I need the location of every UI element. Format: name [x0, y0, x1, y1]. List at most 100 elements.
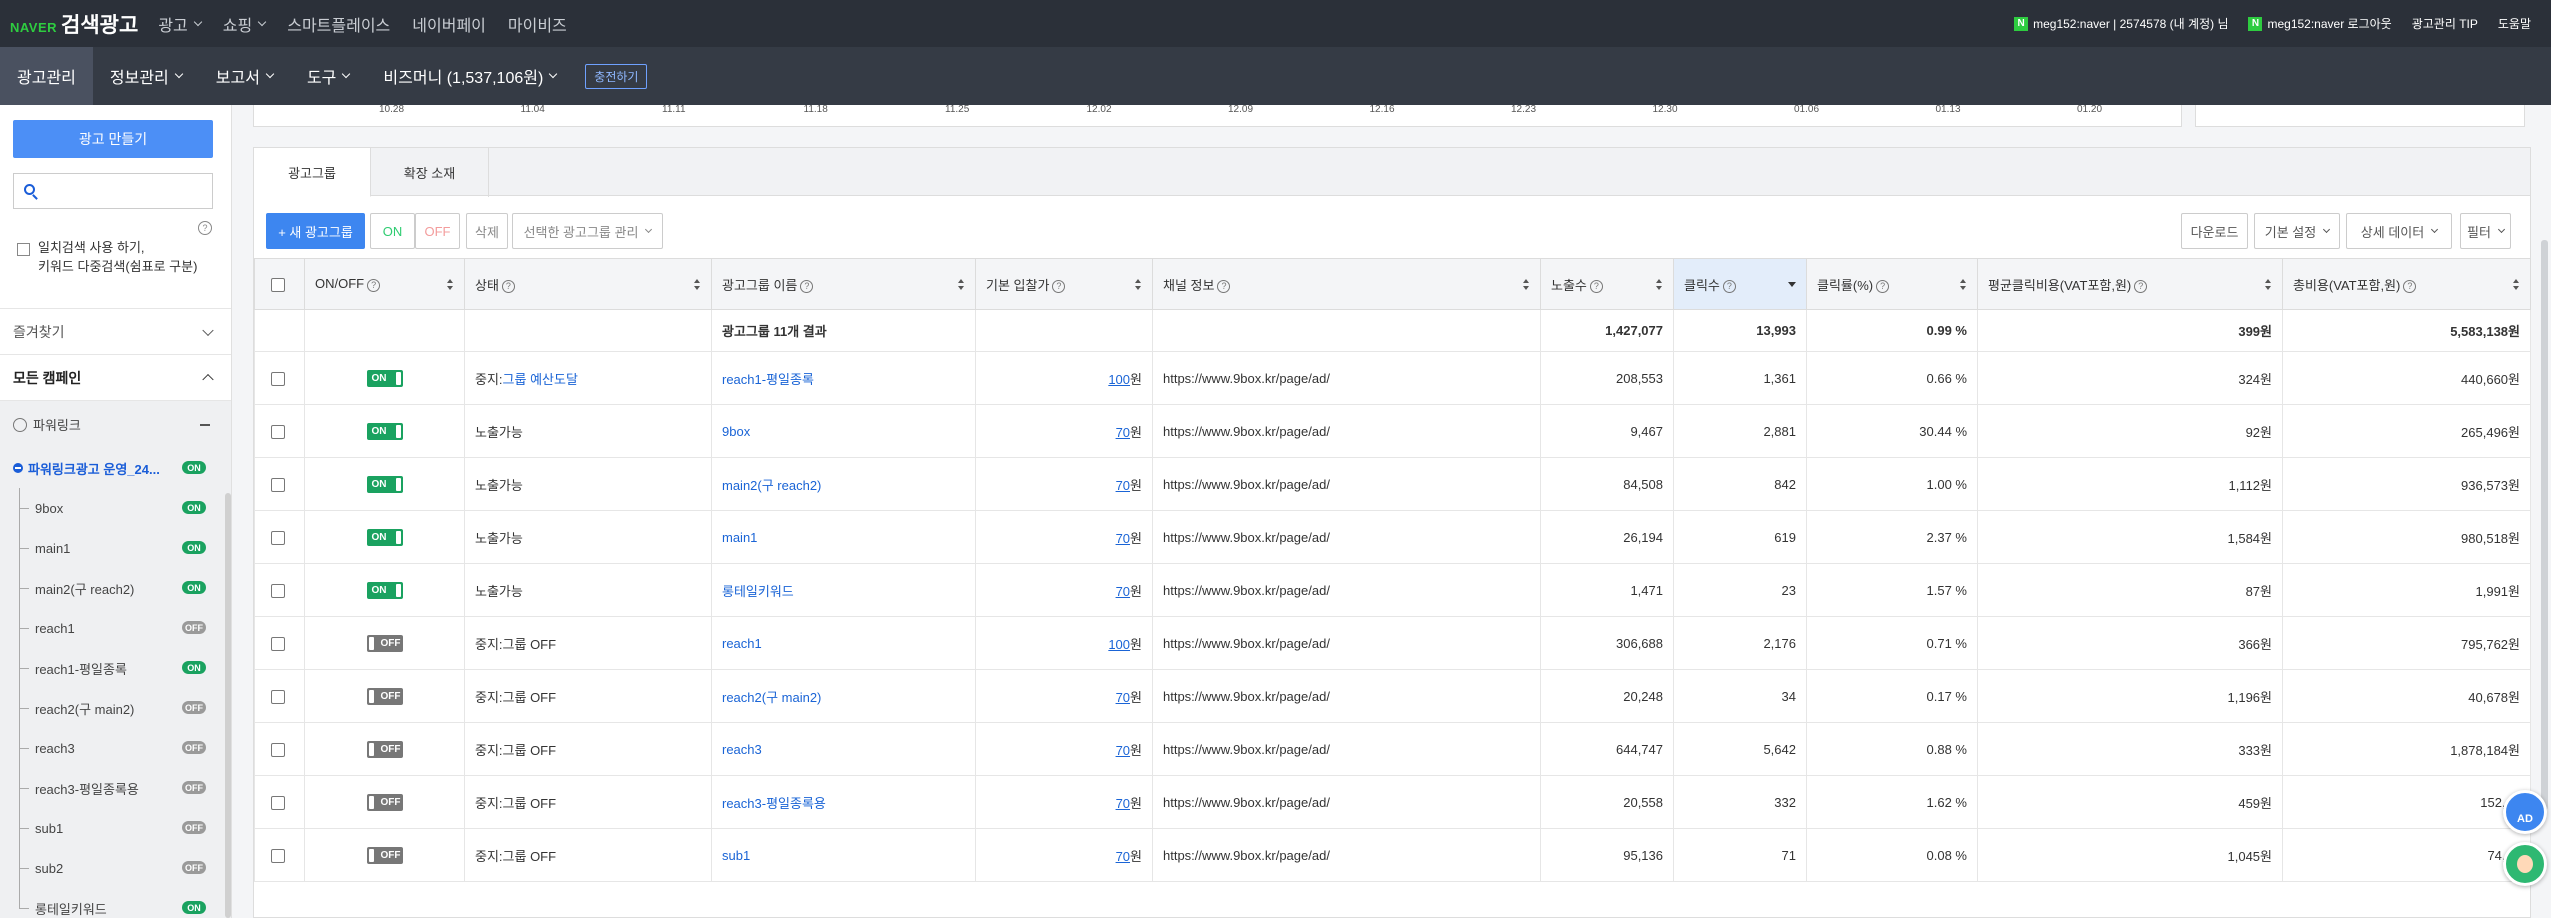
- download-button[interactable]: 다운로드: [2181, 213, 2248, 249]
- sort-icon[interactable]: [1960, 279, 1967, 291]
- onoff-toggle[interactable]: OFF: [366, 793, 403, 811]
- bid-amount-link[interactable]: 100: [1108, 637, 1130, 652]
- bid-amount-link[interactable]: 100: [1108, 372, 1130, 387]
- row-checkbox[interactable]: [271, 636, 285, 651]
- sort-icon[interactable]: [1135, 279, 1142, 291]
- help-icon[interactable]: ?: [1589, 279, 1603, 293]
- filter-dropdown[interactable]: 필터: [2460, 213, 2511, 249]
- row-checkbox[interactable]: [271, 583, 285, 598]
- bid-amount-link[interactable]: 70: [1116, 690, 1130, 705]
- bid-amount-link[interactable]: 70: [1116, 743, 1130, 758]
- top-menu-item[interactable]: 쇼핑: [223, 12, 267, 36]
- tab-adgroups[interactable]: 광고그룹: [254, 148, 371, 197]
- sidebar-adgroup-item[interactable]: sub1 OFF: [0, 808, 231, 848]
- sort-icon[interactable]: [447, 279, 454, 291]
- help-icon[interactable]: ?: [501, 279, 515, 293]
- adgroup-name-link[interactable]: reach1-평일종록: [722, 372, 814, 387]
- row-checkbox[interactable]: [271, 371, 285, 386]
- bulk-on-button[interactable]: ON: [370, 213, 415, 249]
- bid-amount-link[interactable]: 70: [1116, 425, 1130, 440]
- col-channel[interactable]: 채널 정보?: [1152, 258, 1541, 310]
- help-link[interactable]: 도움말: [2498, 15, 2531, 32]
- row-checkbox[interactable]: [271, 795, 285, 810]
- help-icon[interactable]: ?: [800, 279, 814, 293]
- manage-selected-dropdown[interactable]: 선택한 광고그룹 관리: [512, 213, 663, 249]
- row-checkbox[interactable]: [271, 477, 285, 492]
- detail-data-dropdown[interactable]: 상세 데이터: [2346, 213, 2452, 249]
- adgroup-name-link[interactable]: reach3-평일종록용: [722, 796, 826, 811]
- sidebar-adgroup-item[interactable]: reach3 OFF: [0, 728, 231, 768]
- onoff-toggle[interactable]: OFF: [366, 846, 403, 864]
- sidebar-adgroup-item[interactable]: reach2(구 main2) OFF: [0, 688, 231, 728]
- chatbot-button[interactable]: [2503, 842, 2547, 886]
- bid-amount-link[interactable]: 70: [1116, 584, 1130, 599]
- help-icon[interactable]: ?: [1217, 279, 1231, 293]
- col-cost[interactable]: 총비용(VAT포함,원)?: [2282, 258, 2531, 310]
- sort-icon[interactable]: [1523, 279, 1530, 291]
- tab-info-management[interactable]: 정보관리: [93, 47, 199, 105]
- top-menu-item[interactable]: 마이비즈: [508, 12, 567, 36]
- campaign-item[interactable]: 파워링크광고 운영_24... ON: [0, 448, 231, 488]
- create-ad-button[interactable]: 광고 만들기: [13, 120, 213, 158]
- adgroup-name-link[interactable]: reach1: [722, 636, 762, 651]
- col-bid[interactable]: 기본 입찰가?: [975, 258, 1153, 310]
- tab-extensions[interactable]: 확장 소재: [371, 148, 489, 197]
- help-icon[interactable]: ?: [1052, 279, 1066, 293]
- sidebar-adgroup-item[interactable]: reach1-평일종록 ON: [0, 648, 231, 688]
- bid-amount-link[interactable]: 70: [1116, 478, 1130, 493]
- onoff-toggle[interactable]: ON: [366, 475, 403, 493]
- bulk-off-button[interactable]: OFF: [415, 213, 460, 249]
- sidebar-adgroup-item[interactable]: reach3-평일종록용 OFF: [0, 768, 231, 808]
- main-scrollbar[interactable]: [2541, 240, 2548, 810]
- adgroup-name-link[interactable]: reach3: [722, 742, 762, 757]
- row-checkbox[interactable]: [271, 530, 285, 545]
- sort-icon[interactable]: [2265, 279, 2272, 291]
- adgroup-name-link[interactable]: main2(구 reach2): [722, 478, 821, 493]
- row-checkbox[interactable]: [271, 742, 285, 757]
- tab-reports[interactable]: 보고서: [199, 47, 290, 105]
- tab-ad-management[interactable]: 광고관리: [0, 47, 93, 105]
- onoff-toggle[interactable]: OFF: [366, 634, 403, 652]
- help-icon[interactable]: ?: [2403, 279, 2417, 293]
- logout-link[interactable]: Nmeg152:naver 로그아웃: [2248, 15, 2392, 32]
- basic-settings-dropdown[interactable]: 기본 설정: [2254, 213, 2340, 249]
- sidebar-adgroup-item[interactable]: 9box ON: [0, 488, 231, 528]
- select-all-checkbox[interactable]: [271, 277, 285, 292]
- sidebar-adgroup-item[interactable]: sub2 OFF: [0, 848, 231, 888]
- ad-assistant-button[interactable]: AD: [2503, 790, 2547, 834]
- bizmoney-menu[interactable]: 비즈머니 (1,537,106원): [366, 47, 573, 105]
- sidebar-adgroup-item[interactable]: 롱테일키워드 ON: [0, 888, 231, 918]
- help-icon[interactable]: ?: [1722, 279, 1736, 293]
- naver-searchad-logo[interactable]: NAVER 검색광고: [10, 9, 138, 39]
- sidebar-adgroup-item[interactable]: main2(구 reach2) ON: [0, 568, 231, 608]
- sidebar-adgroup-item[interactable]: reach1 OFF: [0, 608, 231, 648]
- exact-search-checkbox[interactable]: [17, 243, 30, 256]
- tab-tools[interactable]: 도구: [290, 47, 366, 105]
- onoff-toggle[interactable]: OFF: [366, 740, 403, 758]
- row-checkbox[interactable]: [271, 848, 285, 863]
- adgroup-name-link[interactable]: sub1: [722, 848, 750, 863]
- status-link[interactable]: 그룹 예산도달: [503, 372, 578, 387]
- help-icon[interactable]: ?: [198, 221, 212, 235]
- bid-amount-link[interactable]: 70: [1116, 796, 1130, 811]
- onoff-toggle[interactable]: ON: [366, 581, 403, 599]
- adgroup-name-link[interactable]: 9box: [722, 424, 750, 439]
- collapse-icon[interactable]: [200, 424, 210, 426]
- onoff-toggle[interactable]: ON: [366, 422, 403, 440]
- onoff-toggle[interactable]: OFF: [366, 687, 403, 705]
- help-icon[interactable]: ?: [2134, 279, 2148, 293]
- col-clicks[interactable]: 클릭수?: [1673, 258, 1807, 310]
- adgroup-name-link[interactable]: 롱테일키워드: [722, 584, 794, 599]
- sidebar-scrollbar[interactable]: [225, 493, 231, 918]
- bid-amount-link[interactable]: 70: [1116, 849, 1130, 864]
- sort-icon[interactable]: [1656, 279, 1663, 291]
- col-ctr[interactable]: 클릭률(%)?: [1806, 258, 1978, 310]
- col-impressions[interactable]: 노출수?: [1540, 258, 1674, 310]
- row-checkbox[interactable]: [271, 424, 285, 439]
- top-menu-item[interactable]: 광고: [158, 12, 203, 36]
- sidebar-adgroup-item[interactable]: main1 ON: [0, 528, 231, 568]
- help-icon[interactable]: ?: [1876, 279, 1890, 293]
- top-menu-item[interactable]: 네이버페이: [412, 12, 486, 36]
- help-icon[interactable]: ?: [367, 278, 381, 292]
- sort-icon[interactable]: [2513, 279, 2520, 291]
